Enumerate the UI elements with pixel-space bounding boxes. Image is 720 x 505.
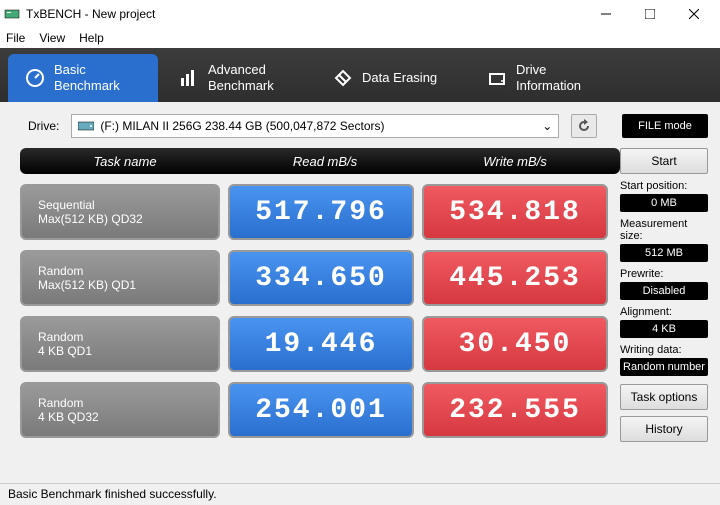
app-icon <box>4 6 20 22</box>
close-button[interactable] <box>672 0 716 28</box>
tab-label: Data Erasing <box>362 70 437 86</box>
table-header: Task name Read mB/s Write mB/s <box>20 148 620 174</box>
benchmark-icon <box>24 67 46 89</box>
menu-view[interactable]: View <box>39 31 65 45</box>
drive-row: Drive: (F:) MILAN II 256G 238.44 GB (500… <box>28 114 708 138</box>
tab-label: Drive Information <box>516 62 581 93</box>
start-position-label: Start position: <box>620 180 708 192</box>
drive-value: (F:) MILAN II 256G 238.44 GB (500,047,87… <box>100 119 384 133</box>
read-value: 334.650 <box>228 250 414 306</box>
start-position-value[interactable]: 0 MB <box>620 194 708 212</box>
tab-data-erasing[interactable]: Data Erasing <box>316 54 466 102</box>
refresh-icon <box>577 119 591 133</box>
drive-label: Drive: <box>28 119 59 133</box>
status-bar: Basic Benchmark finished successfully. <box>0 483 720 505</box>
tab-basic-benchmark[interactable]: Basic Benchmark <box>8 54 158 102</box>
file-mode-button[interactable]: FILE mode <box>622 114 708 138</box>
task-cell[interactable]: RandomMax(512 KB) QD1 <box>20 250 220 306</box>
write-value: 232.555 <box>422 382 608 438</box>
write-value: 534.818 <box>422 184 608 240</box>
measurement-size-label: Measurement size: <box>620 218 708 242</box>
chevron-down-icon: ⌄ <box>542 119 552 133</box>
table-row: RandomMax(512 KB) QD1 334.650 445.253 <box>20 250 620 306</box>
table-row: Random4 KB QD1 19.446 30.450 <box>20 316 620 372</box>
header-read: Read mB/s <box>230 154 420 169</box>
task-cell[interactable]: SequentialMax(512 KB) QD32 <box>20 184 220 240</box>
tab-label: Advanced Benchmark <box>208 62 274 93</box>
read-value: 254.001 <box>228 382 414 438</box>
read-value: 517.796 <box>228 184 414 240</box>
start-button[interactable]: Start <box>620 148 708 174</box>
menubar: File View Help <box>0 28 720 48</box>
benchmark-table: Task name Read mB/s Write mB/s Sequentia… <box>20 148 620 438</box>
prewrite-value[interactable]: Disabled <box>620 282 708 300</box>
window-title: TxBENCH - New project <box>26 7 584 21</box>
maximize-button[interactable] <box>628 0 672 28</box>
write-value: 445.253 <box>422 250 608 306</box>
write-value: 30.450 <box>422 316 608 372</box>
titlebar: TxBENCH - New project <box>0 0 720 28</box>
tab-label: Basic Benchmark <box>54 62 120 93</box>
prewrite-label: Prewrite: <box>620 268 708 280</box>
task-cell[interactable]: Random4 KB QD32 <box>20 382 220 438</box>
table-row: Random4 KB QD32 254.001 232.555 <box>20 382 620 438</box>
writing-data-label: Writing data: <box>620 344 708 356</box>
bars-icon <box>178 67 200 89</box>
hdd-icon <box>78 120 94 132</box>
tabbar: Basic Benchmark Advanced Benchmark Data … <box>0 48 720 102</box>
history-button[interactable]: History <box>620 416 708 442</box>
drive-select[interactable]: (F:) MILAN II 256G 238.44 GB (500,047,87… <box>71 114 559 138</box>
read-value: 19.446 <box>228 316 414 372</box>
refresh-button[interactable] <box>571 114 597 138</box>
task-cell[interactable]: Random4 KB QD1 <box>20 316 220 372</box>
drive-icon <box>486 67 508 89</box>
tab-advanced-benchmark[interactable]: Advanced Benchmark <box>162 54 312 102</box>
erase-icon <box>332 67 354 89</box>
sidebar: Start Start position: 0 MB Measurement si… <box>620 148 708 442</box>
header-write: Write mB/s <box>420 154 610 169</box>
menu-file[interactable]: File <box>6 31 25 45</box>
alignment-label: Alignment: <box>620 306 708 318</box>
measurement-size-value[interactable]: 512 MB <box>620 244 708 262</box>
task-options-button[interactable]: Task options <box>620 384 708 410</box>
header-task: Task name <box>20 154 230 169</box>
table-row: SequentialMax(512 KB) QD32 517.796 534.8… <box>20 184 620 240</box>
writing-data-value[interactable]: Random number <box>620 358 708 376</box>
menu-help[interactable]: Help <box>79 31 104 45</box>
tab-drive-information[interactable]: Drive Information <box>470 54 620 102</box>
alignment-value[interactable]: 4 KB <box>620 320 708 338</box>
minimize-button[interactable] <box>584 0 628 28</box>
